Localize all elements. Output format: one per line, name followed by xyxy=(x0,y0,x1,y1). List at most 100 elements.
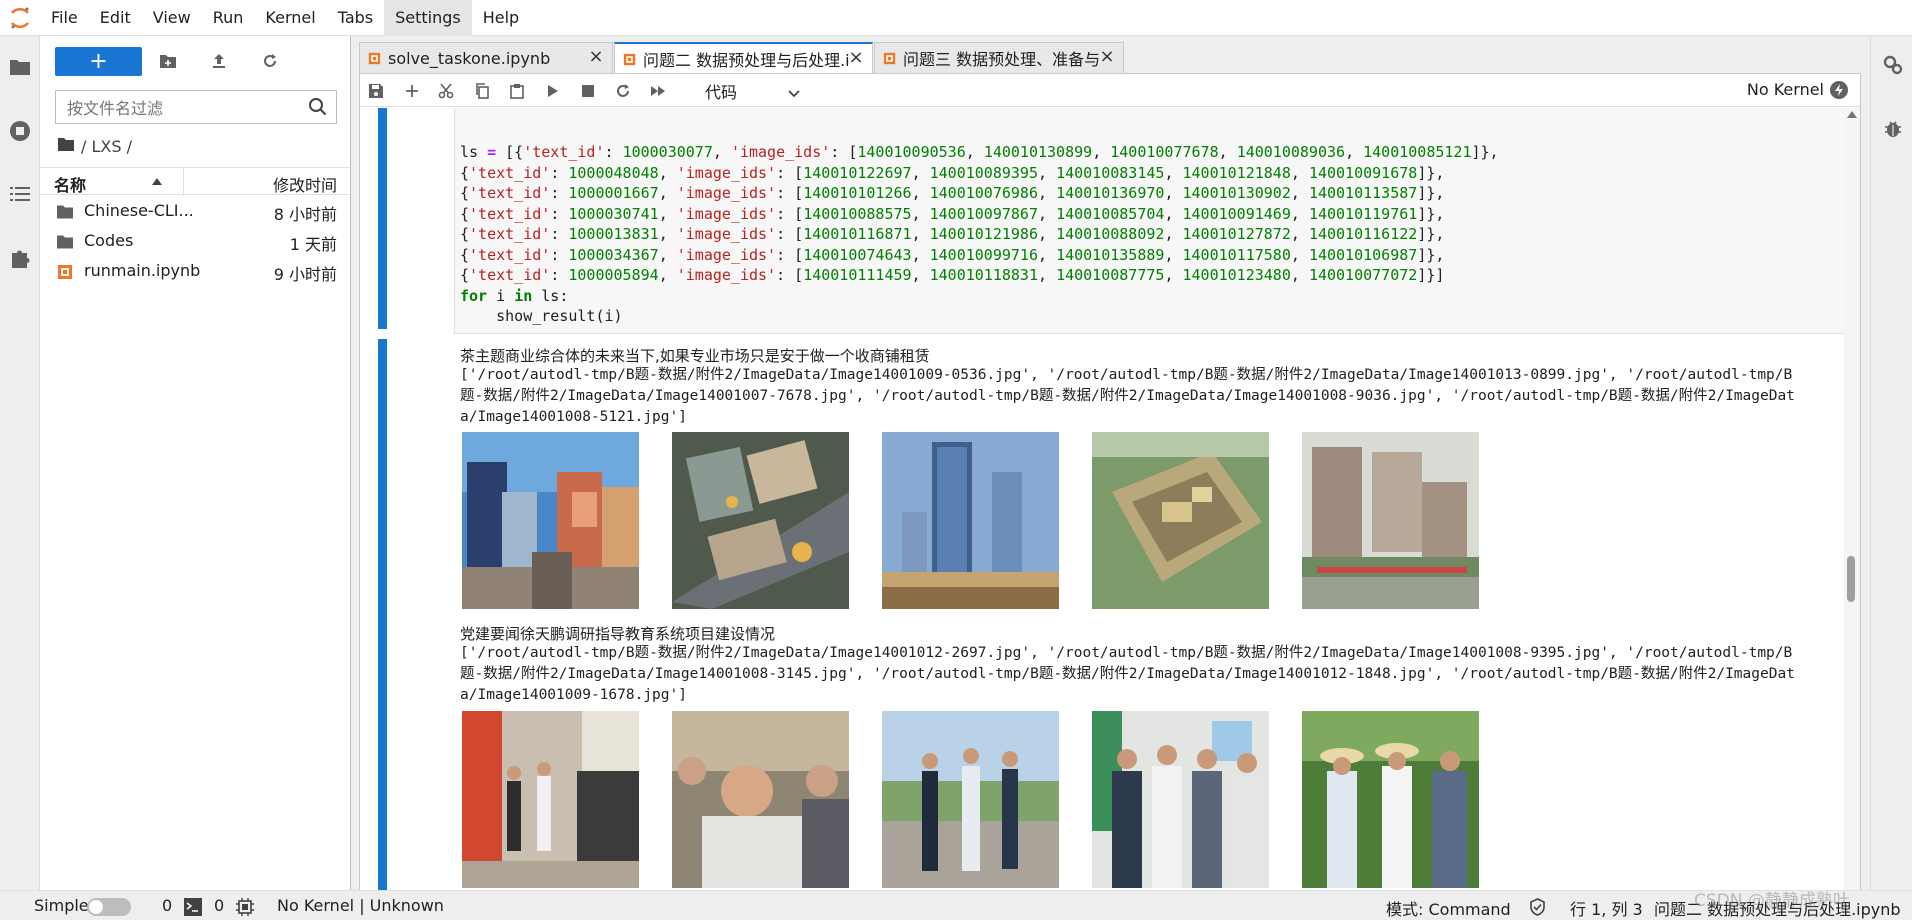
save-icon[interactable] xyxy=(365,80,387,102)
search-icon xyxy=(308,97,328,121)
code-token: ls: xyxy=(532,286,569,305)
trusted-shield-icon[interactable] xyxy=(1529,898,1546,920)
kernel-name[interactable]: No Kernel xyxy=(1747,80,1824,99)
code-token: 'text_id' xyxy=(469,184,551,202)
extensions-icon[interactable] xyxy=(8,246,32,270)
refresh-icon[interactable] xyxy=(259,50,281,72)
aerial-model-image xyxy=(1092,432,1269,609)
code-token: , xyxy=(1038,184,1057,202)
tab-problem-three[interactable]: 问题三 数据预处理、准备与 × xyxy=(874,42,1124,73)
file-row[interactable]: Codes 1 天前 xyxy=(40,227,350,257)
add-cell-icon[interactable] xyxy=(401,80,423,102)
code-token: 140010091469 xyxy=(1182,204,1291,223)
cursor-position[interactable]: 行 1, 列 3 xyxy=(1570,896,1643,920)
running-sessions-icon[interactable] xyxy=(8,119,32,143)
code-token: 1000030077 xyxy=(622,143,713,161)
column-modified-header[interactable]: 修改时间 xyxy=(273,172,337,196)
code-token: 140010101266 xyxy=(803,184,912,202)
terminal-count[interactable]: 0 xyxy=(162,896,172,915)
file-modified: 1 天前 xyxy=(289,235,337,254)
breadcrumb-path[interactable]: / LXS / xyxy=(81,137,132,156)
code-token: , xyxy=(911,163,930,182)
code-token: 'text_id' xyxy=(469,266,551,284)
street-buildings-image xyxy=(462,432,639,609)
menu-view[interactable]: View xyxy=(142,0,202,36)
code-line[interactable]: {'text_id': 1000013831, 'image_ids': [14… xyxy=(460,224,1499,245)
code-token: , xyxy=(965,143,984,161)
code-token: : [ xyxy=(776,163,804,182)
code-token: 140010122697 xyxy=(803,163,912,182)
scroll-up-icon[interactable] xyxy=(1847,111,1857,118)
tab-solve-taskone[interactable]: solve_taskone.ipynb × xyxy=(359,42,613,73)
command-mode-text: 模式: Command xyxy=(1386,900,1511,919)
kernel-status-icon xyxy=(1830,81,1848,99)
menu-kernel[interactable]: Kernel xyxy=(254,0,326,36)
fast-forward-icon[interactable] xyxy=(647,80,669,102)
copy-icon[interactable] xyxy=(471,80,493,102)
code-token: 140010119761 xyxy=(1308,204,1418,223)
code-line[interactable]: {'text_id': 1000048048, 'image_ids': [14… xyxy=(460,163,1499,184)
menu-settings[interactable]: Settings xyxy=(384,0,472,36)
property-inspector-icon[interactable] xyxy=(1881,53,1905,77)
column-divider[interactable] xyxy=(183,168,184,196)
code-text[interactable]: ls = [{'text_id': 1000030077, 'image_ids… xyxy=(460,142,1499,327)
menu-run[interactable]: Run xyxy=(202,0,255,36)
kernel-status-text[interactable]: No Kernel | Unknown xyxy=(277,896,444,915)
kernel-count[interactable]: 0 xyxy=(214,896,224,915)
close-icon[interactable]: × xyxy=(848,49,864,67)
code-token: , xyxy=(1164,204,1183,223)
simple-mode-toggle[interactable] xyxy=(87,898,131,916)
code-line[interactable]: show_result(i) xyxy=(460,306,1499,327)
close-icon[interactable]: × xyxy=(588,48,604,66)
menu-help[interactable]: Help xyxy=(472,0,530,36)
code-token: i xyxy=(487,286,515,305)
code-token: 140010087775 xyxy=(1056,266,1165,284)
menu-file[interactable]: File xyxy=(40,0,89,36)
meeting-image xyxy=(672,711,849,888)
upload-icon[interactable] xyxy=(208,50,230,72)
menu-edit[interactable]: Edit xyxy=(89,0,142,36)
cell-collapser[interactable] xyxy=(378,108,387,329)
code-token: 140010099716 xyxy=(929,245,1038,264)
scrollbar-thumb[interactable] xyxy=(1847,556,1855,602)
code-token: 1000013831 xyxy=(568,225,659,243)
code-line[interactable]: {'text_id': 1000034367, 'image_ids': [14… xyxy=(460,245,1499,266)
code-token: , xyxy=(1290,225,1309,243)
menu-tabs[interactable]: Tabs xyxy=(327,0,384,36)
debugger-icon[interactable] xyxy=(1881,117,1905,141)
table-of-contents-icon[interactable] xyxy=(8,182,32,206)
tab-label: 问题三 数据预处理、准备与 xyxy=(903,50,1101,69)
column-name-header[interactable]: 名称 xyxy=(54,172,86,196)
code-line[interactable]: {'text_id': 1000001667, 'image_ids': [14… xyxy=(460,183,1499,204)
restart-icon[interactable] xyxy=(612,80,634,102)
vertical-scrollbar[interactable] xyxy=(1844,108,1860,920)
notebook-content[interactable]: ls = [{'text_id': 1000030077, 'image_ids… xyxy=(360,108,1860,920)
code-line[interactable]: ls = [{'text_id': 1000030077, 'image_ids… xyxy=(460,142,1499,163)
close-icon[interactable]: × xyxy=(1099,48,1115,66)
file-filter-input[interactable]: 按文件名过滤 xyxy=(55,90,337,124)
code-token: : [ xyxy=(776,204,804,223)
new-folder-icon[interactable] xyxy=(157,50,179,72)
file-row[interactable]: Chinese-CLI... 8 小时前 xyxy=(40,197,350,227)
code-line[interactable]: {'text_id': 1000005894, 'image_ids': [14… xyxy=(460,265,1499,286)
code-token: 140010088092 xyxy=(1056,225,1165,243)
code-line[interactable]: {'text_id': 1000030741, 'image_ids': [14… xyxy=(460,204,1499,225)
code-token: , xyxy=(1164,184,1183,202)
paste-icon[interactable] xyxy=(506,80,528,102)
home-folder-icon[interactable] xyxy=(57,137,75,156)
code-token: : xyxy=(550,266,569,284)
folder-icon[interactable] xyxy=(8,55,32,79)
file-row[interactable]: runmain.ipynb 9 小时前 xyxy=(40,257,350,287)
cut-icon[interactable] xyxy=(435,80,457,102)
code-token: 140010097867 xyxy=(929,204,1038,223)
tab-problem-two[interactable]: 问题二 数据预处理与后处理.i × xyxy=(614,42,873,74)
breadcrumb: / LXS / xyxy=(57,135,132,157)
code-token: , xyxy=(658,225,677,243)
run-icon[interactable] xyxy=(542,80,564,102)
output-path-line: ['/root/autodl-tmp/B题-数据/附件2/ImageData/I… xyxy=(460,367,1793,383)
output-collapser[interactable] xyxy=(378,339,387,920)
code-cell-editor[interactable]: ls = [{'text_id': 1000030077, 'image_ids… xyxy=(454,108,1860,334)
code-line[interactable]: for i in ls: xyxy=(460,286,1499,307)
stop-icon[interactable] xyxy=(577,80,599,102)
new-launcher-button[interactable]: + xyxy=(55,47,142,76)
